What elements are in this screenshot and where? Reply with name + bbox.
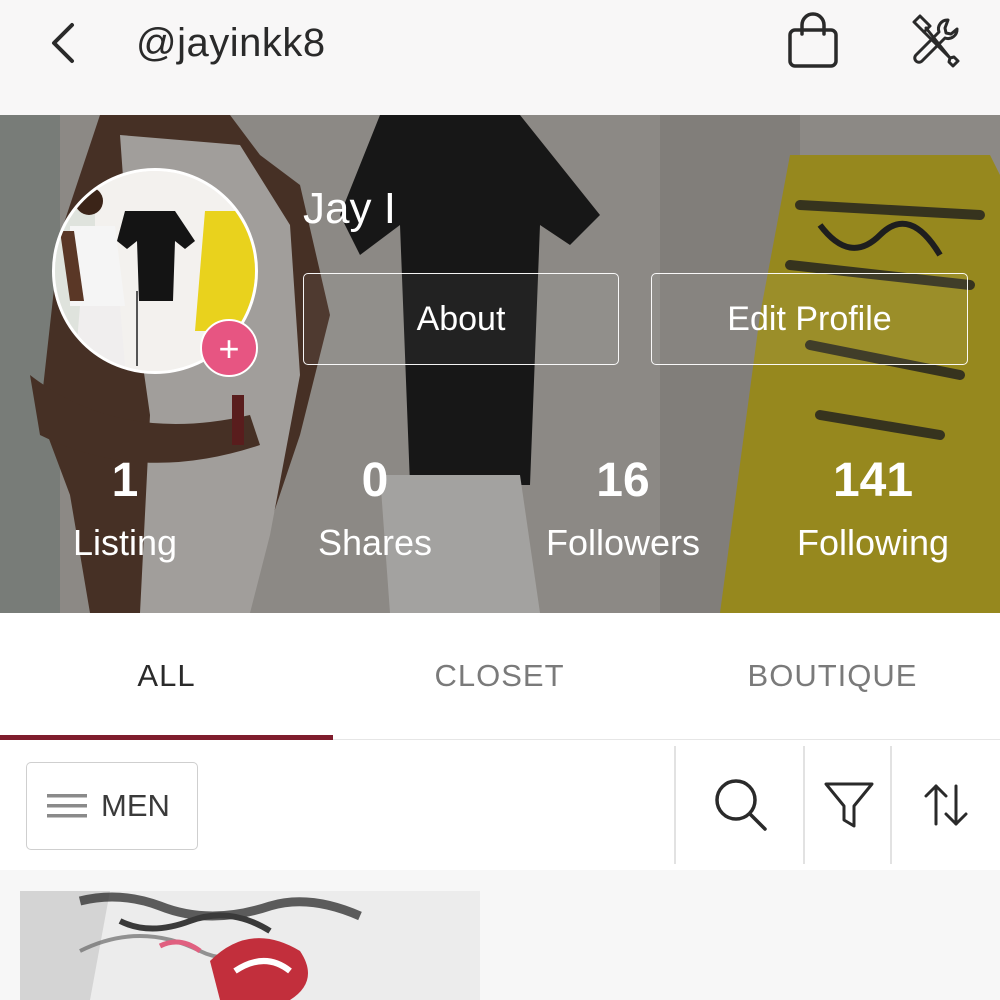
stat-label: Followers [545, 522, 701, 563]
filter-bar: MEN [0, 740, 1000, 870]
stat-label: Shares [317, 522, 433, 563]
filter-funnel-icon [824, 782, 874, 828]
sort-button[interactable] [900, 760, 990, 850]
filter-button[interactable] [804, 760, 894, 850]
tools-icon [912, 14, 960, 68]
edit-profile-button[interactable]: Edit Profile [651, 273, 968, 365]
shopping-bag-button[interactable] [782, 10, 844, 72]
stat-following[interactable]: 141 Following [753, 451, 993, 569]
top-bar: @jayinkk8 [0, 0, 1000, 115]
stat-value: 141 [832, 454, 914, 507]
stat-followers[interactable]: 16 Followers [503, 451, 743, 569]
display-name: Jay I [303, 184, 396, 233]
shopping-bag-icon [788, 12, 838, 68]
profile-cover: + Jay I About Edit Profile 1 Listing 0 S… [0, 115, 1000, 613]
listing-image [20, 891, 480, 1000]
stat-value: 1 [111, 454, 139, 507]
about-button[interactable]: About [303, 273, 619, 365]
stat-value: 16 [596, 454, 650, 507]
closet-tabs: ALL CLOSET BOUTIQUE [0, 613, 1000, 740]
department-label: MEN [101, 788, 170, 823]
department-button[interactable]: MEN [26, 762, 198, 850]
chevron-left-icon [52, 23, 74, 63]
add-avatar-button[interactable]: + [200, 319, 258, 377]
back-button[interactable] [38, 18, 88, 68]
settings-tools-button[interactable] [904, 10, 970, 72]
tab-boutique[interactable]: BOUTIQUE [666, 613, 999, 739]
stat-label: Following [796, 522, 950, 563]
hamburger-menu-icon [47, 794, 87, 818]
stat-label: Listing [72, 522, 178, 563]
tab-closet[interactable]: CLOSET [333, 613, 666, 739]
divider [890, 746, 892, 864]
tab-all[interactable]: ALL [0, 613, 333, 739]
sort-arrows-icon [924, 784, 968, 826]
search-icon [715, 779, 767, 831]
stat-listing[interactable]: 1 Listing [5, 451, 245, 569]
listings-grid [0, 870, 1000, 1000]
stat-shares[interactable]: 0 Shares [255, 451, 495, 569]
stat-value: 0 [361, 454, 389, 507]
listing-card[interactable] [20, 891, 480, 1000]
search-button[interactable] [696, 760, 786, 850]
divider [674, 746, 676, 864]
profile-username: @jayinkk8 [136, 21, 326, 65]
